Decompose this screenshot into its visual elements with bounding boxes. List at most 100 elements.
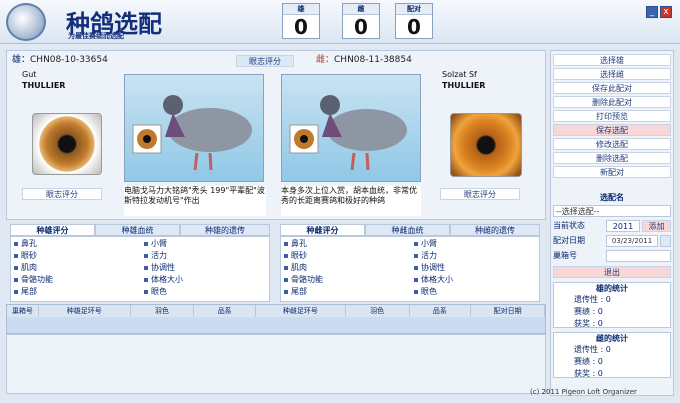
trait-row: 骨骼功能 <box>284 274 323 286</box>
male-counter-value: 0 <box>294 15 308 39</box>
pair-select[interactable]: --选择选配-- <box>553 205 671 217</box>
tab-female-genetics[interactable]: 种雌的遗传 <box>450 224 540 236</box>
date-input[interactable]: 03/23/2011 <box>606 235 658 247</box>
female-stats-title: 雌的统计 <box>596 334 628 343</box>
select-female-button[interactable]: 选择雌 <box>553 68 671 80</box>
stat-value: 0 <box>605 295 611 304</box>
male-remark: 电脑戈马力大铭鸽"秃头 199"平辈配"波斯特拉发动机号"作出 <box>124 186 266 216</box>
center-eye-score-button[interactable]: 眼志评分 <box>236 55 294 67</box>
male-traits-left: 鼻孔 眼砂 肌肉 骨骼功能 尾部 <box>14 238 53 298</box>
stat-value: 0 <box>597 307 603 316</box>
trait-label: 骨骼功能 <box>291 275 323 284</box>
tab-male-score[interactable]: 种雄评分 <box>10 224 95 236</box>
pair-counter-value: 0 <box>407 15 421 39</box>
trait-row: 体格大小 <box>144 274 183 286</box>
male-eye-score-button[interactable]: 眼志评分 <box>22 188 102 200</box>
tab-female-score[interactable]: 种雌评分 <box>280 224 365 236</box>
female-stats-box: 雌的统计 遗传性 : 0 赛绩 : 0 获奖 : 0 <box>553 332 671 378</box>
col-female-color: 羽色 <box>345 305 410 317</box>
female-counter: 雌0 <box>342 3 380 39</box>
pair-counter: 配对 0 <box>395 3 433 39</box>
trait-row: 眼砂 <box>14 250 53 262</box>
trait-row: 肌肉 <box>14 262 53 274</box>
status-label: 当前状态 <box>553 221 585 230</box>
calendar-icon[interactable] <box>660 235 671 247</box>
trait-row: 活力 <box>144 250 183 262</box>
trait-row: 眼砂 <box>284 250 323 262</box>
new-pair-button[interactable]: 新配对 <box>553 166 671 178</box>
add-status-button[interactable]: 添加 <box>642 220 671 232</box>
trait-label: 体格大小 <box>151 275 183 284</box>
trait-label: 活力 <box>421 251 437 260</box>
trait-label: 体格大小 <box>421 275 453 284</box>
female-name: Solzat Sf <box>442 70 477 79</box>
footer-copyright: (c) 2011 Pigeon Loft Organizer <box>530 388 637 396</box>
female-traits-left: 鼻孔 眼砂 肌肉 骨骼功能 尾部 <box>284 238 323 298</box>
female-traits-right: 小臂 活力 协调性 体格大小 眼色 <box>414 238 453 298</box>
pair-table[interactable]: 巢箱号 种雄足环号 羽色 品系 种雌足环号 羽色 品系 配对日期 <box>6 304 546 334</box>
delete-pair-button[interactable]: 删除此配对 <box>553 96 671 108</box>
stat-row: 赛绩 : 0 <box>574 307 603 316</box>
stat-value: 0 <box>597 369 603 378</box>
stat-row: 获奖 : 0 <box>574 369 603 378</box>
select-male-button[interactable]: 选择雄 <box>553 54 671 66</box>
minimize-button[interactable]: _ <box>646 6 658 18</box>
trait-row: 尾部 <box>284 286 323 298</box>
female-remark: 本身多次上位入赏，胡本血统，非常优秀的长距离赛鸽和极好的种鸽 <box>281 186 421 216</box>
female-strain: THULLIER <box>442 81 486 90</box>
stat-label: 赛绩 <box>574 357 590 366</box>
tab-male-genetics[interactable]: 种雄的遗传 <box>180 224 270 236</box>
female-eye-score-button[interactable]: 眼志评分 <box>440 188 520 200</box>
trait-label: 眼色 <box>151 287 167 296</box>
female-counter-label: 雌 <box>343 4 379 15</box>
trait-label: 鼻孔 <box>21 239 37 248</box>
trait-row: 协调性 <box>144 262 183 274</box>
nest-input[interactable] <box>606 250 671 262</box>
tab-female-pedigree[interactable]: 种雌血统 <box>365 224 450 236</box>
save-pair-button[interactable]: 保存此配对 <box>553 82 671 94</box>
trait-row: 眼色 <box>144 286 183 298</box>
trait-row: 肌肉 <box>284 262 323 274</box>
male-pigeon-photo <box>124 74 264 182</box>
male-traits-right: 小臂 活力 协调性 体格大小 眼色 <box>144 238 183 298</box>
stat-label: 遗传性 <box>574 345 598 354</box>
male-strain: THULLIER <box>22 81 66 90</box>
male-counter: 雄0 <box>282 3 320 39</box>
print-preview-button[interactable]: 打印预览 <box>553 110 671 122</box>
stat-row: 赛绩 : 0 <box>574 357 603 366</box>
trait-row: 体格大小 <box>414 274 453 286</box>
app-logo-icon <box>6 3 46 41</box>
status-year-select[interactable]: 2011 <box>606 220 640 232</box>
col-female-strain: 品系 <box>409 305 472 317</box>
col-male-color: 羽色 <box>130 305 195 317</box>
female-pigeon-photo <box>281 74 421 182</box>
trait-label: 眼砂 <box>291 251 307 260</box>
trait-row: 鼻孔 <box>14 238 53 250</box>
trait-label: 眼砂 <box>21 251 37 260</box>
tab-male-pedigree[interactable]: 种雄血统 <box>95 224 180 236</box>
trait-label: 小臂 <box>421 239 437 248</box>
close-button[interactable]: x <box>660 6 672 18</box>
exit-button[interactable]: 退出 <box>553 266 671 278</box>
date-label: 配对日期 <box>553 236 585 245</box>
stat-row: 获奖 : 0 <box>574 319 603 328</box>
female-ring: 雌：CHN08-11-38854 <box>316 54 412 66</box>
delete-selection-button[interactable]: 删除选配 <box>553 152 671 164</box>
trait-row: 骨骼功能 <box>14 274 53 286</box>
col-nest: 巢箱号 <box>7 305 39 317</box>
nest-label: 巢箱号 <box>553 251 577 260</box>
trait-label: 肌肉 <box>21 263 37 272</box>
trait-row: 小臂 <box>414 238 453 250</box>
col-date: 配对日期 <box>471 305 545 317</box>
edit-selection-button[interactable]: 修改选配 <box>553 138 671 150</box>
stat-row: 遗传性 : 0 <box>574 345 611 354</box>
male-stats-box: 雄的统计 遗传性 : 0 赛绩 : 0 获奖 : 0 <box>553 282 671 328</box>
trait-label: 协调性 <box>151 263 175 272</box>
stat-row: 遗传性 : 0 <box>574 295 611 304</box>
male-counter-label: 雄 <box>283 4 319 15</box>
male-ring-number: CHN08-10-33654 <box>30 55 108 65</box>
save-selection-button[interactable]: 保存选配 <box>553 124 671 136</box>
trait-row: 鼻孔 <box>284 238 323 250</box>
male-ring-prefix: 雄： <box>12 55 31 65</box>
male-ring: 雄：CHN08-10-33654 <box>12 54 108 66</box>
